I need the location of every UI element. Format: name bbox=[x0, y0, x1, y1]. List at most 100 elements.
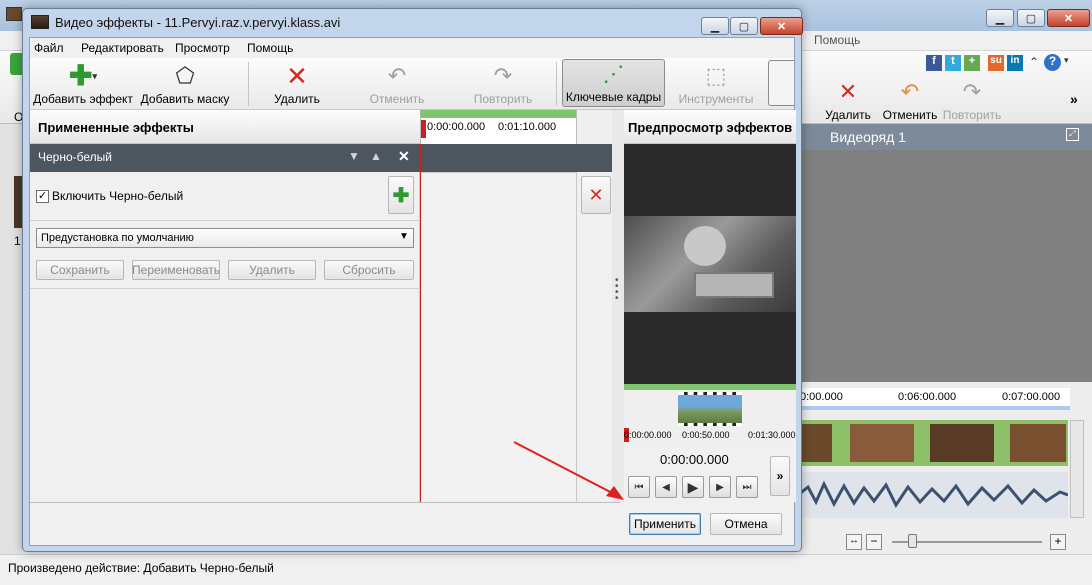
bg-delete-button[interactable]: ✕ Удалить bbox=[822, 76, 874, 124]
undo-icon: ↶ bbox=[387, 63, 407, 88]
help-dropdown-icon[interactable]: ▾ bbox=[1064, 55, 1069, 66]
dialog-maximize-button[interactable]: ▢ bbox=[730, 17, 758, 35]
skip-end-icon: ⏭ bbox=[742, 481, 752, 493]
preview-tick-1: 0:00:50.000 bbox=[682, 430, 730, 440]
bg-thumb-3 bbox=[930, 424, 994, 462]
linkedin-icon[interactable]: in bbox=[1007, 55, 1023, 71]
step-forward-icon: ▶ bbox=[716, 481, 724, 493]
divider bbox=[30, 288, 420, 289]
effects-timeline-ruler[interactable]: 0:00:00.000 0:01:10.000 bbox=[420, 110, 576, 144]
bg-thumb-2 bbox=[850, 424, 914, 462]
twitter-icon[interactable]: t bbox=[945, 55, 961, 71]
save-preset-button[interactable]: Сохранить bbox=[36, 260, 124, 280]
playhead-marker[interactable] bbox=[421, 120, 426, 138]
preset-select[interactable]: Предустановка по умолчанию ▼ bbox=[36, 228, 414, 248]
menu-view[interactable]: Просмотр bbox=[175, 41, 230, 55]
zoom-out-button[interactable]: − bbox=[866, 534, 882, 550]
apply-label: Применить bbox=[633, 517, 696, 531]
video-track-header: Видеоряд 1 ⤢ bbox=[798, 124, 1092, 150]
delete-label: Удалить bbox=[274, 92, 320, 106]
expand-icon[interactable]: ⤢ bbox=[1066, 128, 1079, 141]
stumbleupon-icon[interactable]: su bbox=[988, 55, 1004, 71]
bg-thumb-4 bbox=[1010, 424, 1066, 462]
tools-button[interactable]: ⬚ Инструменты bbox=[672, 60, 760, 108]
reset-preset-button[interactable]: Сбросить bbox=[324, 260, 414, 280]
bg-undo-button[interactable]: ↶ Отменить bbox=[880, 76, 940, 124]
next-frame-button[interactable]: ▶ bbox=[709, 476, 731, 498]
dialog-toolbar: ✚▾ Добавить эффект ⬠ Добавить маску ✕ Уд… bbox=[30, 58, 794, 110]
add-mask-label: Добавить маску bbox=[140, 92, 230, 106]
help-icon[interactable]: ? bbox=[1044, 54, 1061, 71]
toolbar-extra-button[interactable] bbox=[768, 60, 794, 106]
bg-left-strip: О 1 bbox=[0, 110, 23, 554]
move-down-icon[interactable]: ▼ bbox=[348, 149, 360, 163]
add-effect-button[interactable]: ✚▾ Добавить эффект bbox=[32, 60, 134, 108]
apply-button[interactable]: Применить bbox=[629, 513, 701, 535]
bg-vertical-scrollbar[interactable] bbox=[1070, 420, 1084, 518]
expand-controls-button[interactable]: » bbox=[770, 456, 790, 496]
zoom-in-button[interactable]: + bbox=[1050, 534, 1066, 550]
bg-redo-button[interactable]: ↷ Повторить bbox=[942, 76, 1002, 124]
cancel-button[interactable]: Отмена bbox=[710, 513, 782, 535]
app-icon bbox=[6, 7, 22, 21]
preview-tick-2: 0:01:30.000 bbox=[748, 430, 796, 440]
bg-video-strip bbox=[798, 420, 1068, 466]
toolbar-separator bbox=[248, 62, 249, 106]
enable-checkbox[interactable]: ✓ bbox=[36, 190, 49, 203]
plus-share-icon[interactable]: + bbox=[964, 55, 980, 71]
dialog-menubar: Файл Редактировать Просмотр Помощь bbox=[30, 38, 794, 58]
fit-icon[interactable]: ↔ bbox=[846, 534, 862, 550]
dialog-minimize-button[interactable]: ▁ bbox=[701, 17, 729, 35]
chevron-up-icon[interactable]: ⌃ bbox=[1029, 55, 1039, 69]
overflow-chevron-icon[interactable]: » bbox=[1070, 91, 1078, 107]
delete-keyframe-button[interactable]: ✕ bbox=[581, 176, 611, 214]
status-text: Произведено действие: Добавить Черно-бел… bbox=[8, 561, 274, 575]
ruler-tick-1: 0:01:10.000 bbox=[498, 121, 557, 133]
divider bbox=[30, 220, 420, 221]
keyframes-button[interactable]: ⋰ Ключевые кадры bbox=[562, 59, 665, 107]
video-track-title: Видеоряд 1 bbox=[830, 129, 906, 145]
grip-icon: • • • • bbox=[615, 275, 619, 304]
delete-button[interactable]: ✕ Удалить bbox=[266, 60, 328, 108]
bg-left-label-1: 1 bbox=[14, 234, 21, 248]
redo-button[interactable]: ↷ Повторить bbox=[470, 60, 536, 108]
enable-label: Включить Черно-белый bbox=[52, 189, 184, 203]
undo-label: Отменить bbox=[369, 92, 425, 106]
menu-help[interactable]: Помощь bbox=[247, 41, 293, 55]
dialog-close-button[interactable]: ✕ bbox=[760, 17, 803, 35]
go-to-end-button[interactable]: ⏭ bbox=[736, 476, 758, 498]
bg-close-button[interactable]: ✕ bbox=[1047, 9, 1090, 27]
add-keyframe-button[interactable]: ✚ bbox=[388, 176, 414, 214]
bg-undo-label: Отменить bbox=[882, 108, 938, 122]
bg-audio-strip bbox=[798, 472, 1068, 518]
audio-waveform bbox=[798, 480, 1068, 508]
bg-left-thumb bbox=[14, 176, 22, 228]
applied-effects-title: Примененные эффекты bbox=[38, 120, 194, 135]
undo-icon: ↶ bbox=[900, 79, 920, 104]
bg-minimize-button[interactable]: ▁ bbox=[986, 9, 1014, 27]
move-up-icon[interactable]: ▲ bbox=[370, 149, 382, 163]
menu-file[interactable]: Файл bbox=[34, 41, 64, 55]
preview-timeline[interactable]: 0:00:00.000 0:00:50.000 0:01:30.000 bbox=[624, 384, 796, 444]
delete-preset-button[interactable]: Удалить bbox=[228, 260, 316, 280]
effect-row-header[interactable]: Черно-белый ▼ ▲ ✕ bbox=[30, 144, 612, 172]
menu-edit[interactable]: Редактировать bbox=[81, 41, 164, 55]
rename-label: Переименовать bbox=[132, 263, 220, 277]
ruler-tick-0: 0:00:00.000 bbox=[427, 121, 486, 133]
delete-x-icon: ✕ bbox=[286, 61, 308, 91]
facebook-icon[interactable]: f bbox=[926, 55, 942, 71]
green-plus-icon: ✚ bbox=[392, 184, 410, 207]
rename-preset-button[interactable]: Переименовать bbox=[132, 260, 220, 280]
bg-maximize-button[interactable]: ▢ bbox=[1017, 9, 1045, 27]
remove-effect-icon[interactable]: ✕ bbox=[398, 148, 410, 165]
reset-label: Сбросить bbox=[342, 263, 396, 277]
keyframes-label: Ключевые кадры bbox=[565, 90, 662, 104]
play-button[interactable]: ▶ bbox=[682, 476, 704, 498]
add-effect-label: Добавить эффект bbox=[33, 92, 133, 106]
zoom-slider-thumb[interactable] bbox=[908, 534, 917, 548]
add-mask-button[interactable]: ⬠ Добавить маску bbox=[138, 60, 232, 108]
cancel-label: Отмена bbox=[724, 517, 768, 531]
bg-menu-help[interactable]: Помощь bbox=[814, 33, 860, 47]
prev-frame-button[interactable]: ◀ bbox=[655, 476, 677, 498]
undo-button[interactable]: ↶ Отменить bbox=[366, 60, 428, 108]
